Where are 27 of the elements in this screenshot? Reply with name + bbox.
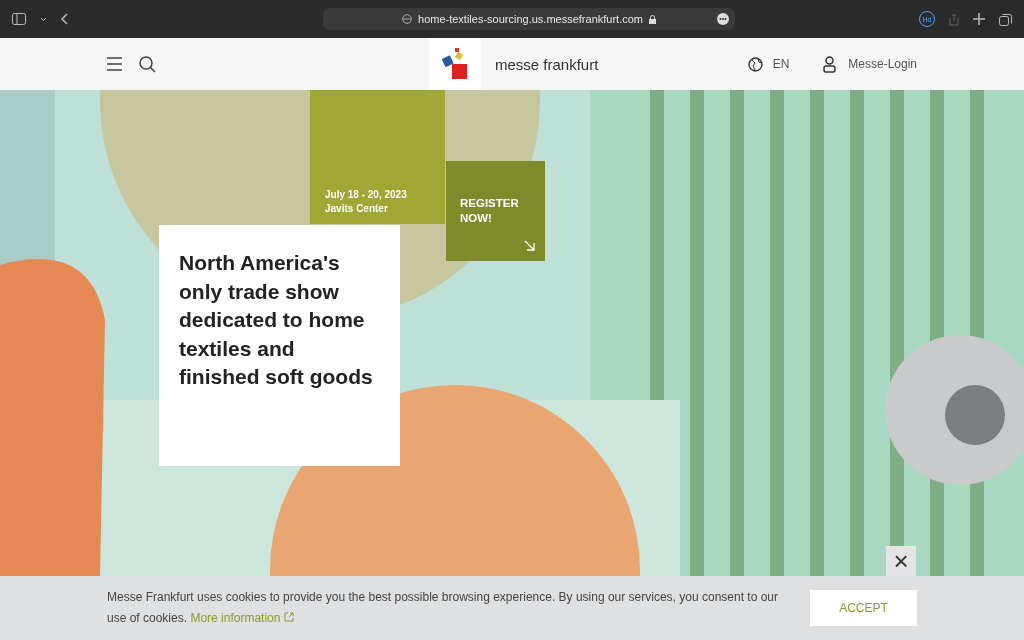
globe-icon[interactable] xyxy=(747,56,763,72)
brand-name[interactable]: messe frankfurt xyxy=(495,55,599,73)
close-button[interactable]: × xyxy=(886,546,916,576)
search-icon[interactable] xyxy=(139,55,156,73)
logo-icon[interactable] xyxy=(442,48,468,80)
more-icon[interactable] xyxy=(717,13,729,25)
plus-icon[interactable] xyxy=(973,13,985,25)
url-text: home-textiles-sourcing.us.messefrankfurt.com xyxy=(418,13,643,25)
menu-icon[interactable] xyxy=(107,57,122,71)
address-bar[interactable]: home-textiles-sourcing.us.messefrankfurt.com xyxy=(323,8,735,30)
event-date: July 18 - 20, 2023 xyxy=(325,188,408,202)
tabs-icon[interactable] xyxy=(999,12,1012,26)
lock-icon xyxy=(649,14,656,24)
chevron-down-icon[interactable] xyxy=(40,16,47,22)
back-icon[interactable] xyxy=(61,13,69,25)
sidebar-icon[interactable] xyxy=(12,13,26,25)
share-icon[interactable] xyxy=(949,12,959,26)
external-link-icon xyxy=(283,612,294,622)
event-venue: Javits Center xyxy=(325,202,389,216)
arrow-icon xyxy=(524,240,535,251)
globe-icon xyxy=(402,14,412,24)
cookie-notice: Messe Frankfurt uses cookies to provide you the best possible browsing experience. By using our services, you consent to our use of cookies. More information xyxy=(107,589,779,627)
register-button[interactable]: REGISTER NOW! xyxy=(446,161,545,261)
login-link[interactable]: Messe-Login xyxy=(848,57,917,71)
headline: North America's only trade show dedicated to home textiles and finished soft goods xyxy=(179,250,374,390)
language-label[interactable]: EN xyxy=(772,57,790,71)
user-icon[interactable] xyxy=(823,55,837,73)
